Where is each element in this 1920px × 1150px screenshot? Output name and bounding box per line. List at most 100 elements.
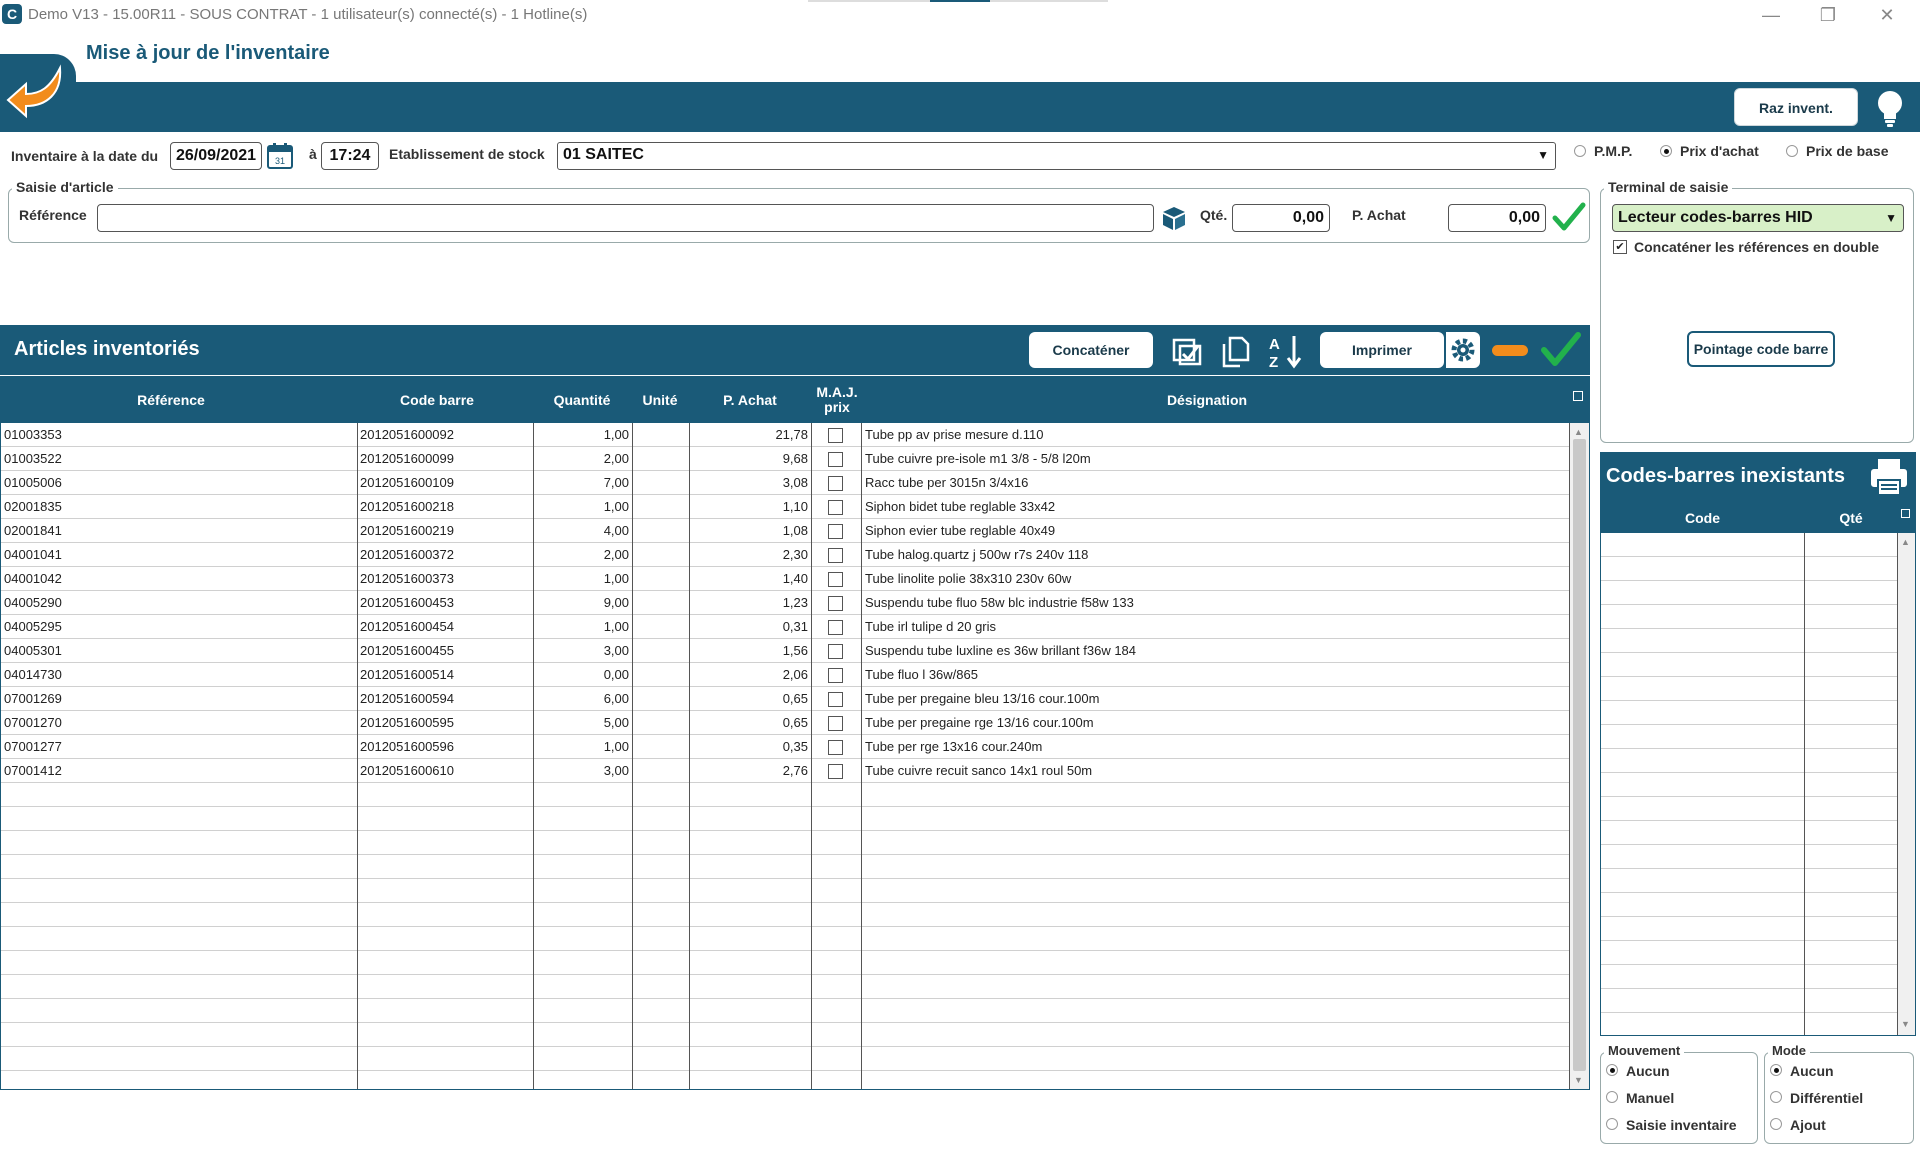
cell-purchase-price[interactable]: 2,76 bbox=[689, 759, 811, 783]
base-price-radio[interactable] bbox=[1786, 145, 1798, 157]
cell-barcode[interactable]: 2012051600596 bbox=[357, 735, 533, 759]
cell-reference[interactable]: 07001270 bbox=[1, 711, 357, 735]
price-update-checkbox[interactable] bbox=[828, 500, 843, 515]
table-row[interactable]: 07001412 2012051600610 3,00 2,76 Tube cuivre… bbox=[1, 759, 1569, 783]
cell-quantity[interactable]: 2,00 bbox=[533, 543, 632, 567]
table-row[interactable]: 04001042 2012051600373 1,00 1,40 Tube linoli… bbox=[1, 567, 1569, 591]
package-icon[interactable] bbox=[1160, 204, 1188, 232]
cell-purchase-price[interactable]: 0,31 bbox=[689, 615, 811, 639]
scroll-up-icon[interactable]: ▲ bbox=[1574, 427, 1583, 437]
cell-barcode[interactable]: 2012051600595 bbox=[357, 711, 533, 735]
reference-input[interactable] bbox=[97, 204, 1154, 232]
cell-quantity[interactable]: 6,00 bbox=[533, 687, 632, 711]
cell-designation[interactable]: Siphon bidet tube reglable 33x42 bbox=[862, 495, 1569, 519]
cell-barcode[interactable]: 2012051600514 bbox=[357, 663, 533, 687]
table-row[interactable] bbox=[1601, 941, 1897, 965]
cell-designation[interactable]: Tube linolite polie 38x310 230v 60w bbox=[862, 567, 1569, 591]
table-row[interactable]: 01003522 2012051600099 2,00 9,68 Tube cuivre… bbox=[1, 447, 1569, 471]
cell-unit[interactable] bbox=[632, 591, 689, 615]
cell-quantity[interactable]: 9,00 bbox=[533, 591, 632, 615]
cell-barcode[interactable]: 2012051600372 bbox=[357, 543, 533, 567]
cell-quantity[interactable]: 1,00 bbox=[533, 423, 632, 447]
cell-purchase-price[interactable]: 1,23 bbox=[689, 591, 811, 615]
cell-barcode[interactable]: 2012051600219 bbox=[357, 519, 533, 543]
cell-reference[interactable]: 04005290 bbox=[1, 591, 357, 615]
table-row[interactable] bbox=[1601, 749, 1897, 773]
copy-icon[interactable] bbox=[1216, 332, 1254, 370]
cell-designation[interactable]: Tube cuivre recuit sanco 14x1 roul 50m bbox=[862, 759, 1569, 783]
price-update-checkbox[interactable] bbox=[828, 716, 843, 731]
cell-unit[interactable] bbox=[632, 567, 689, 591]
cell-quantity[interactable]: 4,00 bbox=[533, 519, 632, 543]
table-row[interactable] bbox=[1601, 989, 1897, 1013]
articles-scrollbar[interactable]: ▲ ▼ bbox=[1570, 423, 1589, 1089]
cell-quantity[interactable]: 1,00 bbox=[533, 495, 632, 519]
cell-designation[interactable]: Tube per pregaine rge 13/16 cour.100m bbox=[862, 711, 1569, 735]
table-row[interactable] bbox=[1, 903, 1569, 927]
scroll-down-icon[interactable]: ▼ bbox=[1574, 1075, 1583, 1085]
lightbulb-icon[interactable] bbox=[1872, 88, 1908, 128]
cell-designation[interactable]: Siphon evier tube reglable 40x49 bbox=[862, 519, 1569, 543]
inventory-time-field[interactable]: 17:24 bbox=[321, 142, 379, 170]
table-row[interactable] bbox=[1601, 533, 1897, 557]
col-barcode[interactable]: Code barre bbox=[357, 377, 517, 423]
price-update-checkbox[interactable] bbox=[828, 692, 843, 707]
minimize-button[interactable]: — bbox=[1746, 2, 1796, 28]
table-row[interactable] bbox=[1601, 629, 1897, 653]
col-unit[interactable]: Unité bbox=[632, 377, 688, 423]
cell-reference[interactable]: 04005295 bbox=[1, 615, 357, 639]
cell-barcode[interactable]: 2012051600455 bbox=[357, 639, 533, 663]
table-row[interactable] bbox=[1, 879, 1569, 903]
cell-purchase-price[interactable]: 9,68 bbox=[689, 447, 811, 471]
table-row[interactable] bbox=[1601, 581, 1897, 605]
col-reference[interactable]: Référence bbox=[1, 377, 341, 423]
price-update-checkbox[interactable] bbox=[828, 644, 843, 659]
table-row[interactable]: 04005295 2012051600454 1,00 0,31 Tube irl tu… bbox=[1, 615, 1569, 639]
raz-inventory-button[interactable]: Raz invent. bbox=[1734, 88, 1858, 126]
cell-unit[interactable] bbox=[632, 711, 689, 735]
cell-unit[interactable] bbox=[632, 687, 689, 711]
cell-reference[interactable]: 01003353 bbox=[1, 423, 357, 447]
cell-reference[interactable]: 04001041 bbox=[1, 543, 357, 567]
missing-barcodes-scrollbar[interactable]: ▲ ▼ bbox=[1898, 533, 1915, 1035]
cell-unit[interactable] bbox=[632, 759, 689, 783]
cell-designation[interactable]: Suspendu tube fluo 58w blc industrie f58… bbox=[862, 591, 1569, 615]
cell-purchase-price[interactable]: 2,30 bbox=[689, 543, 811, 567]
table-row[interactable] bbox=[1601, 965, 1897, 989]
print-settings-button[interactable] bbox=[1446, 332, 1480, 368]
mouvement-none-radio[interactable] bbox=[1606, 1064, 1618, 1076]
table-row[interactable] bbox=[1, 831, 1569, 855]
table-row[interactable] bbox=[1601, 677, 1897, 701]
table-row[interactable] bbox=[1601, 917, 1897, 941]
cell-designation[interactable]: Tube per rge 13x16 cour.240m bbox=[862, 735, 1569, 759]
table-row[interactable] bbox=[1, 807, 1569, 831]
close-button[interactable]: ✕ bbox=[1862, 2, 1912, 28]
table-row[interactable] bbox=[1, 975, 1569, 999]
cell-reference[interactable]: 07001277 bbox=[1, 735, 357, 759]
table-row[interactable] bbox=[1601, 605, 1897, 629]
cell-unit[interactable] bbox=[632, 495, 689, 519]
table-row[interactable] bbox=[1601, 821, 1897, 845]
table-row[interactable] bbox=[1, 999, 1569, 1023]
table-row[interactable] bbox=[1601, 797, 1897, 821]
col-quantity[interactable]: Quantité bbox=[533, 377, 631, 423]
cell-barcode[interactable]: 2012051600218 bbox=[357, 495, 533, 519]
cell-reference[interactable]: 02001835 bbox=[1, 495, 357, 519]
scroll-up-icon[interactable]: ▲ bbox=[1901, 537, 1910, 547]
table-row[interactable]: 07001270 2012051600595 5,00 0,65 Tube per pr… bbox=[1, 711, 1569, 735]
cell-barcode[interactable]: 2012051600454 bbox=[357, 615, 533, 639]
barcode-check-button[interactable]: Pointage code barre bbox=[1687, 331, 1835, 367]
price-update-checkbox[interactable] bbox=[828, 452, 843, 467]
cell-quantity[interactable]: 0,00 bbox=[533, 663, 632, 687]
cell-designation[interactable]: Suspendu tube luxline es 36w brillant f3… bbox=[862, 639, 1569, 663]
col-price-update[interactable]: M.A.J. prix bbox=[812, 377, 862, 423]
price-update-checkbox[interactable] bbox=[828, 668, 843, 683]
cell-unit[interactable] bbox=[632, 447, 689, 471]
back-button[interactable] bbox=[0, 54, 76, 124]
cell-reference[interactable]: 01003522 bbox=[1, 447, 357, 471]
cell-quantity[interactable]: 1,00 bbox=[533, 615, 632, 639]
pmp-radio[interactable] bbox=[1574, 145, 1586, 157]
price-update-checkbox[interactable] bbox=[828, 764, 843, 779]
table-row[interactable] bbox=[1601, 869, 1897, 893]
table-row[interactable] bbox=[1601, 701, 1897, 725]
